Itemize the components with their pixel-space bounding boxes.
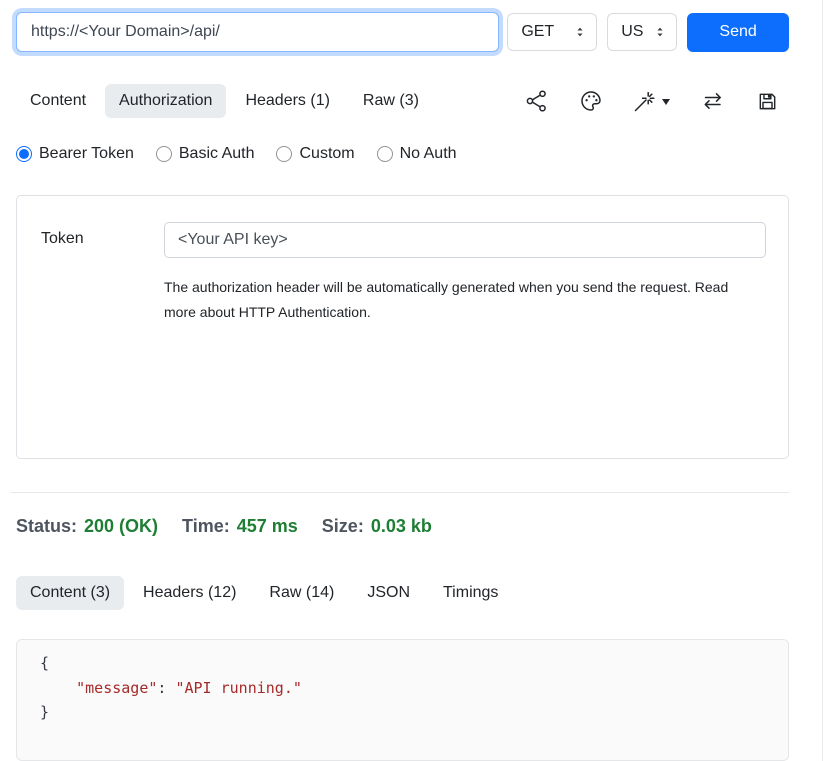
tab-response-headers[interactable]: Headers (12) — [129, 576, 250, 610]
tab-response-raw[interactable]: Raw (14) — [255, 576, 348, 610]
size-group: Size: 0.03 kb — [322, 516, 432, 537]
share-nodes-icon — [525, 89, 549, 113]
dropdown-caret-icon — [662, 99, 670, 105]
radio-basic-auth[interactable]: Basic Auth — [156, 145, 255, 163]
region-select[interactable]: US — [607, 13, 677, 51]
response-body-code: { "message": "API running." } — [40, 651, 788, 725]
radio-selected-icon[interactable] — [16, 146, 32, 162]
time-group: Time: 457 ms — [182, 516, 298, 537]
response-summary: Status: 200 (OK) Time: 457 ms Size: 0.03… — [16, 516, 789, 537]
magic-wand-icon — [633, 89, 657, 113]
radio-label: Basic Auth — [179, 145, 255, 163]
size-label: Size: — [322, 516, 364, 537]
method-select-value: GET — [521, 23, 554, 41]
code-key: "message" — [76, 679, 157, 697]
toolbar — [525, 89, 789, 113]
tab-headers[interactable]: Headers (1) — [231, 84, 343, 118]
section-divider — [10, 492, 789, 493]
save-floppy-icon — [756, 90, 779, 113]
tab-response-json[interactable]: JSON — [353, 576, 424, 610]
time-label: Time: — [182, 516, 230, 537]
request-bar: GET US Send — [16, 12, 789, 52]
auth-type-options: Bearer Token Basic Auth Custom No Auth — [16, 145, 789, 163]
token-input[interactable] — [164, 222, 766, 258]
radio-unselected-icon[interactable] — [276, 146, 292, 162]
share-button[interactable] — [525, 89, 549, 113]
token-help-text: The authorization header will be automat… — [164, 275, 752, 325]
code-indent — [40, 679, 76, 697]
code-colon: : — [157, 679, 175, 697]
code-brace: } — [40, 703, 49, 721]
request-tabs: Content Authorization Headers (1) Raw (3… — [16, 84, 433, 118]
time-value: 457 ms — [237, 516, 298, 537]
status-label: Status: — [16, 516, 77, 537]
region-select-value: US — [621, 23, 643, 41]
radio-custom[interactable]: Custom — [276, 145, 354, 163]
radio-unselected-icon[interactable] — [377, 146, 393, 162]
api-client-page: GET US Send Content Authorization Header… — [0, 0, 823, 761]
radio-label: Custom — [299, 145, 354, 163]
response-body-panel: { "message": "API running." } — [16, 639, 789, 761]
compare-requests-button[interactable] — [700, 89, 726, 113]
radio-no-auth[interactable]: No Auth — [377, 145, 457, 163]
size-value: 0.03 kb — [371, 516, 432, 537]
tab-raw[interactable]: Raw (3) — [349, 84, 433, 118]
bearer-token-panel: Token The authorization header will be a… — [16, 195, 789, 459]
code-value: "API running." — [175, 679, 301, 697]
swap-arrows-icon — [700, 89, 726, 113]
tab-content[interactable]: Content — [16, 84, 100, 118]
code-brace: { — [40, 654, 49, 672]
radio-label: No Auth — [400, 145, 457, 163]
method-select[interactable]: GET — [507, 13, 597, 51]
theme-button[interactable] — [579, 89, 603, 113]
radio-label: Bearer Token — [39, 145, 134, 163]
status-group: Status: 200 (OK) — [16, 516, 158, 537]
generate-code-menu-button[interactable] — [633, 89, 670, 113]
response-tabs: Content (3) Headers (12) Raw (14) JSON T… — [16, 576, 789, 610]
status-value: 200 (OK) — [84, 516, 158, 537]
send-button[interactable]: Send — [687, 13, 789, 52]
palette-icon — [579, 89, 603, 113]
radio-bearer-token[interactable]: Bearer Token — [16, 145, 134, 163]
tab-response-timings[interactable]: Timings — [429, 576, 512, 610]
url-input[interactable] — [16, 12, 499, 52]
radio-unselected-icon[interactable] — [156, 146, 172, 162]
updown-arrows-icon — [573, 24, 587, 40]
token-label: Token — [41, 222, 164, 458]
tab-authorization[interactable]: Authorization — [105, 84, 226, 118]
save-button[interactable] — [756, 90, 779, 113]
request-tab-row: Content Authorization Headers (1) Raw (3… — [16, 84, 789, 118]
tab-response-content[interactable]: Content (3) — [16, 576, 124, 610]
updown-arrows-icon — [653, 24, 667, 40]
